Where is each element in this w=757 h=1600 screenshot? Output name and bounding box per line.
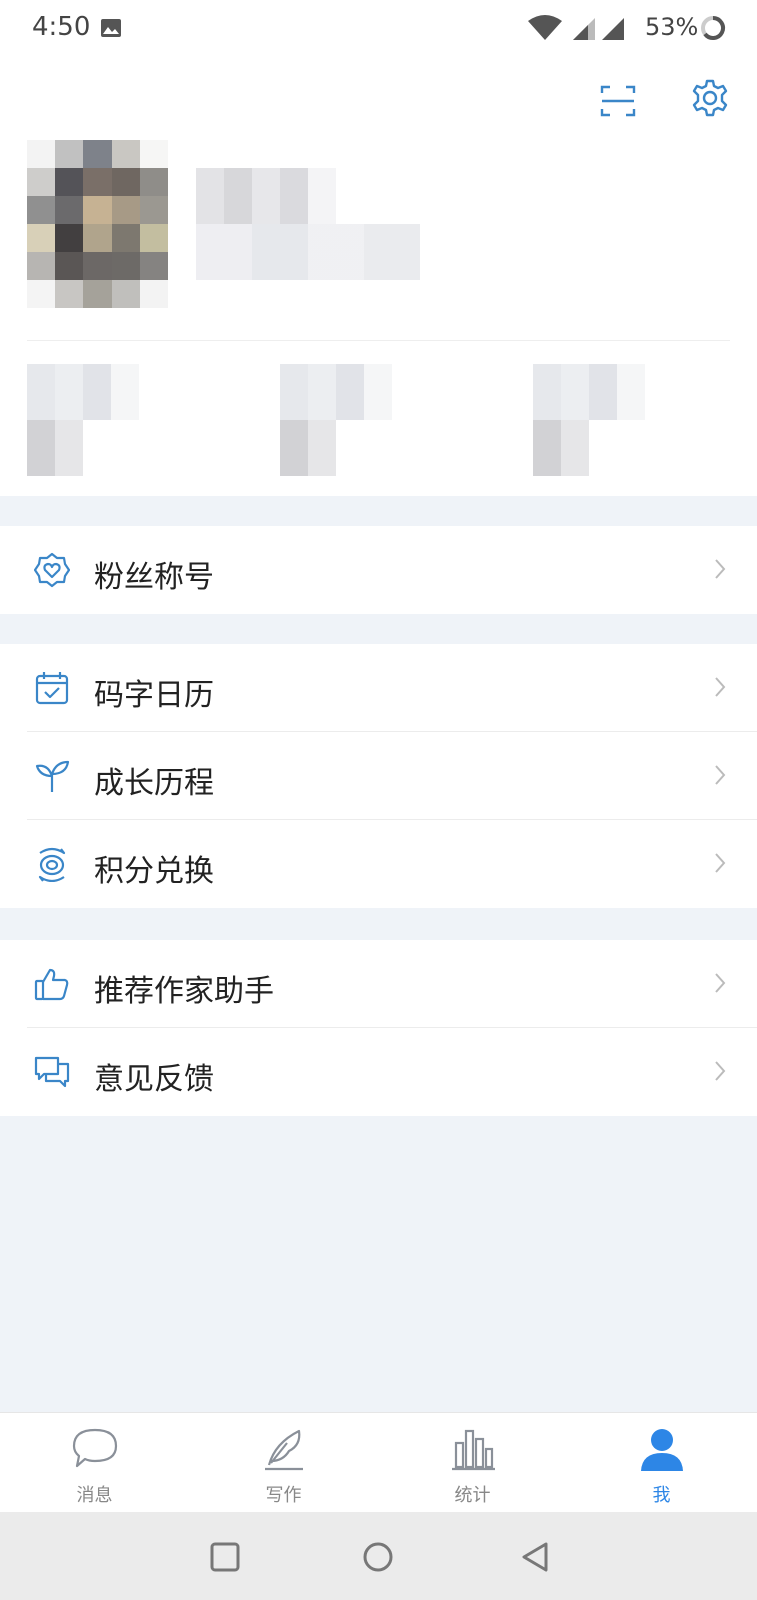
stat-label-redacted [27,420,83,476]
menu-group-progress: 码字日历 成长历程 积分兑换 [0,644,757,908]
menu-label: 成长历程 [94,766,214,801]
menu-label: 粉丝称号 [94,560,214,595]
menu-item-feedback[interactable]: 意见反馈 [0,1028,757,1116]
tab-stats[interactable]: 统计 [378,1413,567,1513]
profile-header [0,58,757,496]
image-notification-icon [101,19,121,37]
feather-pen-icon [264,1429,303,1471]
stat-label-redacted [533,420,589,476]
chevron-right-icon [715,677,726,697]
tab-label: 统计 [454,1485,491,1506]
tab-label: 我 [652,1485,671,1506]
thumbs-up-icon [34,968,69,1001]
exchange-coin-icon [38,847,66,882]
wifi-icon [528,15,562,40]
stat-redacted-1[interactable] [27,364,139,476]
username-redacted [196,168,336,224]
menu-label: 推荐作家助手 [94,974,274,1009]
status-time: 4:50 [32,12,91,42]
tab-label: 消息 [76,1485,113,1506]
menu-item-points-exchange[interactable]: 积分兑换 [0,820,757,908]
recents-icon[interactable] [210,1542,240,1572]
tab-label: 写作 [265,1485,302,1506]
menu-label: 积分兑换 [94,854,214,889]
stat-value-redacted [27,364,139,420]
menu-label: 意见反馈 [94,1062,214,1097]
menu-item-growth-history[interactable]: 成长历程 [0,732,757,820]
stat-value-redacted [280,364,392,420]
calendar-check-icon [35,672,69,705]
message-bubble-icon [72,1428,117,1468]
bar-chart-icon [451,1429,495,1471]
menu-label: 码字日历 [94,678,214,713]
tab-messages[interactable]: 消息 [0,1413,189,1513]
status-bar: 4:50 53% [0,0,757,58]
divider [27,340,730,341]
menu-item-writing-calendar[interactable]: 码字日历 [0,644,757,732]
back-icon[interactable] [520,1541,550,1573]
avatar[interactable] [27,140,168,308]
menu-group-fans: 粉丝称号 [0,526,757,614]
stat-redacted-2[interactable] [280,364,392,476]
home-icon[interactable] [362,1541,394,1573]
chat-bubbles-icon [34,1056,70,1088]
user-subtitle-redacted [196,224,420,280]
scan-icon[interactable] [600,83,636,119]
sprout-icon [35,760,70,792]
menu-item-recommend[interactable]: 推荐作家助手 [0,940,757,1028]
chevron-right-icon [715,1061,726,1081]
signal-4g-icon [602,18,624,40]
chevron-right-icon [715,853,726,873]
stat-value-redacted [533,364,645,420]
battery-icon [701,16,725,40]
stat-label-redacted [280,420,336,476]
person-icon [640,1429,683,1471]
menu-group-support: 推荐作家助手 意见反馈 [0,940,757,1116]
tab-me[interactable]: 我 [567,1413,756,1513]
battery-percent: 53% [645,13,699,41]
chevron-right-icon [715,765,726,785]
gear-icon[interactable] [690,78,730,118]
system-nav-bar [0,1512,757,1600]
bottom-tab-bar: 消息 写作 统计 我 [0,1412,757,1512]
tab-write[interactable]: 写作 [189,1413,378,1513]
chevron-right-icon [715,559,726,579]
chevron-right-icon [715,973,726,993]
signal-icon [573,18,595,40]
stat-redacted-3[interactable] [533,364,645,476]
badge-heart-icon [34,552,70,588]
menu-item-fan-title[interactable]: 粉丝称号 [0,526,757,614]
